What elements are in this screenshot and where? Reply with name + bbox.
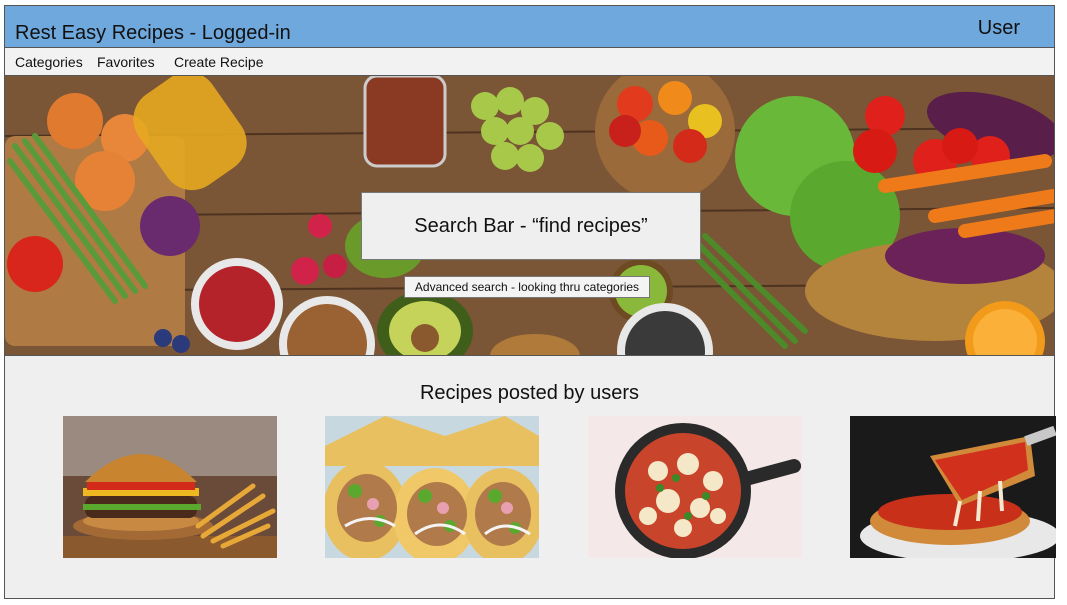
recipe-card-skillet-pizza[interactable] <box>588 416 802 558</box>
burger-and-fries-image <box>63 416 277 558</box>
recipe-card-deep-dish-pizza[interactable] <box>850 416 1056 558</box>
recipes-heading: Recipes posted by users <box>419 382 639 404</box>
deep-dish-pizza-image <box>850 416 1056 558</box>
title-bar: Rest Easy Recipes - Logged-in User <box>5 6 1054 48</box>
nav-bar: Categories Favorites Create Recipe <box>5 48 1054 76</box>
advanced-search-button[interactable]: Advanced search - looking thru categorie… <box>404 276 650 298</box>
search-bar-label: Search Bar - “find recipes” <box>414 214 648 237</box>
nav-categories[interactable]: Categories <box>15 54 83 70</box>
search-bar[interactable]: Search Bar - “find recipes” <box>361 192 701 260</box>
tacos-image <box>325 416 539 558</box>
recipe-card-tacos[interactable] <box>325 416 539 558</box>
user-menu[interactable]: User <box>978 17 1020 40</box>
hero-banner: Search Bar - “find recipes” Advanced sea… <box>5 76 1054 356</box>
nav-favorites[interactable]: Favorites <box>97 54 155 70</box>
app-window: Rest Easy Recipes - Logged-in User Categ… <box>4 5 1056 599</box>
skillet-pizza-image <box>588 416 802 558</box>
advanced-search-label: Advanced search - looking thru categorie… <box>414 280 640 294</box>
app-title: Rest Easy Recipes - Logged-in <box>15 22 291 44</box>
recipe-card-burger[interactable] <box>63 416 277 558</box>
nav-create-recipe[interactable]: Create Recipe <box>174 54 264 70</box>
